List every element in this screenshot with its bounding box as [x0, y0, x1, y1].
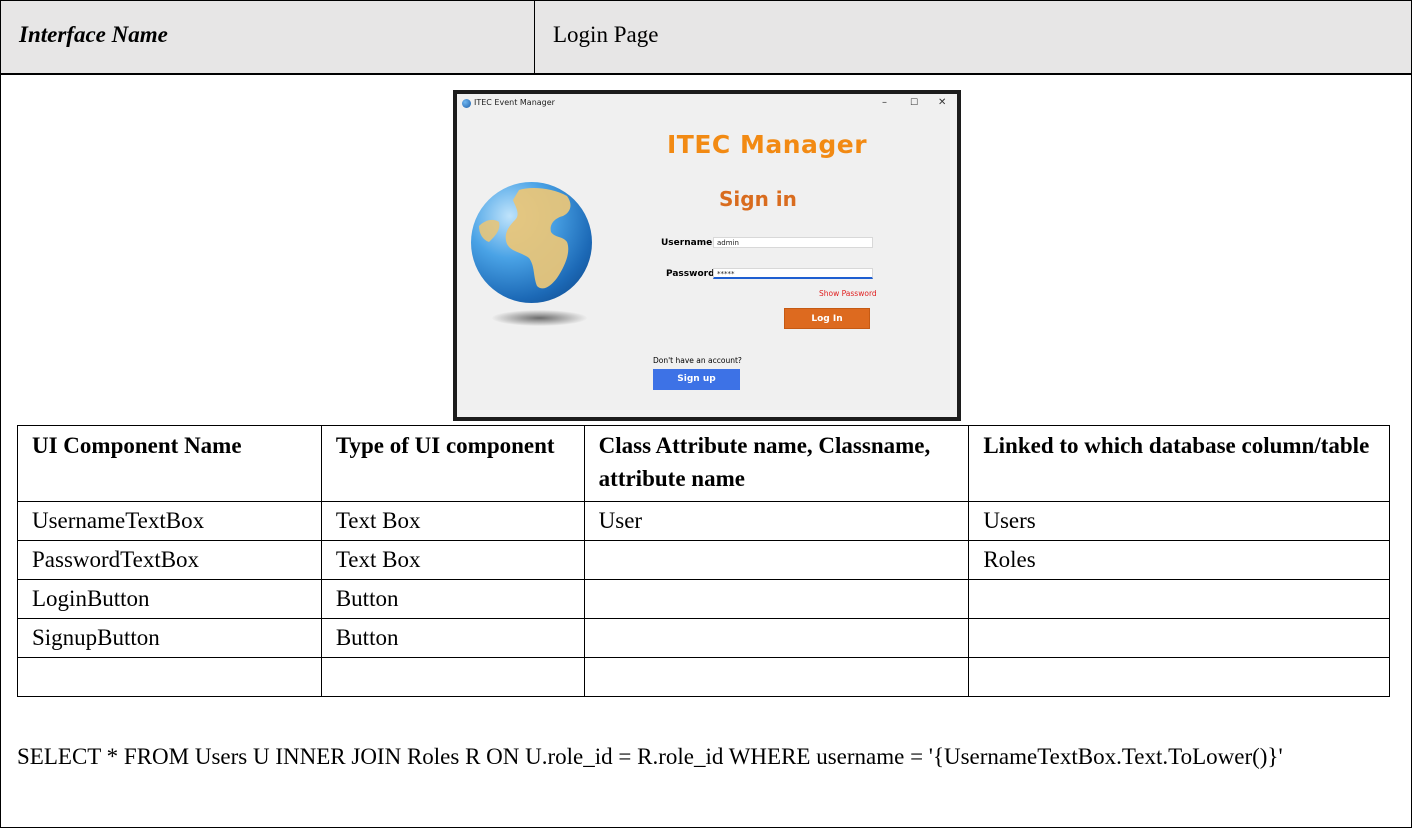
globe-shadow [492, 310, 587, 326]
password-input[interactable]: ***** [713, 268, 873, 279]
table-cell: User [583, 501, 970, 541]
table-cell [320, 657, 585, 697]
globe-image [471, 182, 592, 303]
app-globe-icon [462, 99, 471, 108]
close-icon[interactable]: ✕ [938, 97, 946, 108]
globe-continents-icon [479, 188, 571, 289]
table-cell [968, 579, 1390, 619]
table-row [17, 657, 1390, 697]
login-screenshot: ITEC Event Manager – ☐ ✕ ITEC Manager Si… [453, 90, 961, 421]
ui-component-table: UI Component Name Type of UI component C… [17, 425, 1390, 697]
login-button[interactable]: Log In [784, 308, 870, 329]
app-title: ITEC Manager [667, 130, 868, 159]
table-row: PasswordTextBox Text Box Roles [17, 540, 1390, 580]
signup-button[interactable]: Sign up [653, 369, 740, 390]
table-cell: Button [320, 579, 585, 619]
table-cell [17, 657, 322, 697]
table-header-row: UI Component Name Type of UI component C… [17, 425, 1390, 502]
table-cell: PasswordTextBox [17, 540, 322, 580]
table-cell [583, 540, 970, 580]
table-cell: SignupButton [17, 618, 322, 658]
table-cell: Button [320, 618, 585, 658]
table-cell: UsernameTextBox [17, 501, 322, 541]
interface-name-value: Login Page [553, 22, 659, 47]
username-label: Username: [661, 238, 716, 248]
app-window: ITEC Event Manager – ☐ ✕ ITEC Manager Si… [457, 94, 957, 417]
sql-query-text: SELECT * FROM Users U INNER JOIN Roles R… [17, 744, 1283, 769]
minimize-icon[interactable]: – [882, 97, 887, 108]
table-cell [583, 657, 970, 697]
interface-name-cell: Interface Name [1, 1, 535, 73]
table-cell: Users [968, 501, 1390, 541]
username-input[interactable]: admin [713, 237, 873, 248]
table-header: Class Attribute name, Classname, attribu… [583, 425, 970, 502]
table-row: LoginButton Button [17, 579, 1390, 619]
table-row: UsernameTextBox Text Box User Users [17, 501, 1390, 541]
table-cell [968, 657, 1390, 697]
table-header: Type of UI component [320, 425, 585, 502]
signin-heading: Sign in [719, 187, 797, 211]
show-password-link[interactable]: Show Password [819, 289, 877, 298]
table-header: UI Component Name [17, 425, 322, 502]
window-title: ITEC Event Manager [474, 98, 555, 107]
window-titlebar: ITEC Event Manager – ☐ ✕ [457, 94, 957, 114]
maximize-icon[interactable]: ☐ [910, 98, 918, 108]
no-account-text: Don't have an account? [653, 356, 742, 365]
table-cell [583, 579, 970, 619]
table-cell: Text Box [320, 501, 585, 541]
interface-name-label: Interface Name [19, 22, 168, 47]
table-cell [968, 618, 1390, 658]
password-label: Password: [666, 269, 719, 279]
table-cell [583, 618, 970, 658]
table-cell: Text Box [320, 540, 585, 580]
table-row: SignupButton Button [17, 618, 1390, 658]
interface-header: Interface Name Login Page [1, 1, 1411, 75]
table-header: Linked to which database column/table [968, 425, 1390, 502]
document: Interface Name Login Page ITEC Event Man… [0, 0, 1412, 828]
table-cell: Roles [968, 540, 1390, 580]
table-cell: LoginButton [17, 579, 322, 619]
